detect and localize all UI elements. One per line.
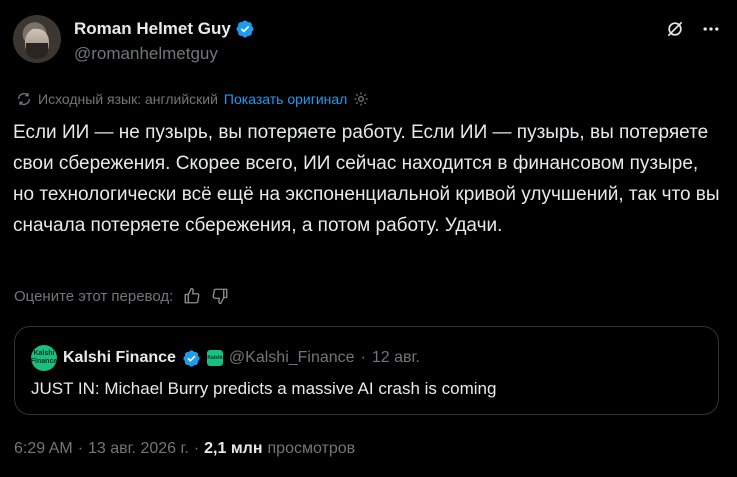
quoted-author-handle[interactable]: @Kalshi_Finance xyxy=(229,349,355,367)
quoted-separator: · xyxy=(360,349,366,366)
verified-badge-icon xyxy=(236,20,254,38)
quoted-author-avatar[interactable]: Kalshi Finance xyxy=(31,345,57,371)
quoted-tweet-card[interactable]: Kalshi Finance Kalshi Finance Kalshi @Ka… xyxy=(14,326,719,415)
gear-icon[interactable] xyxy=(353,91,369,107)
footer-separator: · xyxy=(77,440,84,457)
quoted-avatar-text-2: Finance xyxy=(30,358,58,365)
view-count[interactable]: 2,1 млн xyxy=(204,440,262,458)
thumbs-up-icon[interactable] xyxy=(183,287,201,305)
author-avatar[interactable] xyxy=(13,15,61,63)
source-language-label: Исходный язык: английский xyxy=(38,91,218,107)
rate-translation-label: Оцените этот перевод: xyxy=(14,287,174,305)
tweet-text: Если ИИ — не пузырь, вы потеряете работу… xyxy=(13,122,725,236)
footer-separator: · xyxy=(193,440,200,457)
affiliate-badge-icon: Kalshi xyxy=(206,350,223,366)
verified-badge-icon xyxy=(183,349,200,367)
more-options-icon[interactable] xyxy=(701,19,721,39)
author-display-name[interactable]: Roman Helmet Guy xyxy=(74,19,231,39)
quoted-avatar-text-1: Kalshi xyxy=(33,350,55,357)
quoted-tweet-text: JUST IN: Michael Burry predicts a massiv… xyxy=(31,379,497,398)
quoted-date[interactable]: 12 авг. xyxy=(372,349,420,367)
translate-icon xyxy=(18,93,30,105)
thumbs-down-icon[interactable] xyxy=(211,287,229,305)
author-name-row: Roman Helmet Guy xyxy=(74,19,255,39)
affiliate-badge-text: Kalshi xyxy=(207,355,223,361)
rate-translation-row: Оцените этот перевод: xyxy=(14,287,229,305)
show-original-link[interactable]: Показать оригинал xyxy=(224,91,347,107)
avatar-beard xyxy=(26,43,48,59)
quoted-author-name[interactable]: Kalshi Finance xyxy=(63,349,176,367)
quoted-tweet-header: Kalshi Finance Kalshi Finance Kalshi @Ka… xyxy=(31,345,420,371)
grok-icon[interactable] xyxy=(665,19,685,39)
tweet-time[interactable]: 6:29 AM xyxy=(14,440,73,458)
tweet-date[interactable]: 13 авг. 2026 г. xyxy=(88,440,189,458)
tweet-metadata: 6:29 AM · 13 авг. 2026 г. · 2,1 млн прос… xyxy=(14,440,355,458)
translation-bar: Исходный язык: английский Показать ориги… xyxy=(16,91,369,107)
tweet-actions-top xyxy=(665,19,721,39)
author-handle[interactable]: @romanhelmetguy xyxy=(74,44,218,64)
view-count-label: просмотров xyxy=(267,440,356,457)
